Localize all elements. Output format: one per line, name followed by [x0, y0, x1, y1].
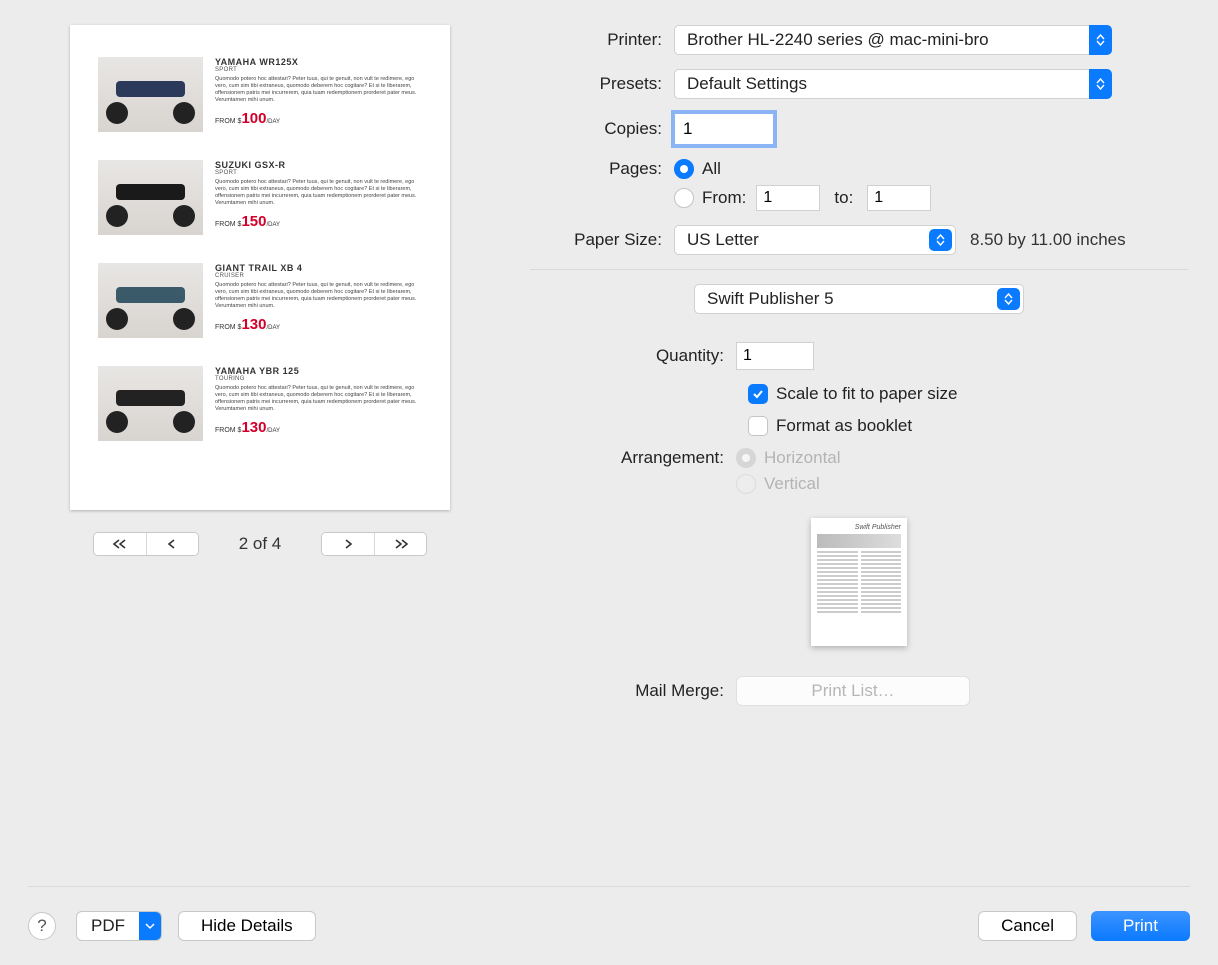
product-category: SPORT — [215, 67, 422, 73]
product-category: TOURING — [215, 376, 422, 382]
chevron-double-left-icon — [112, 539, 128, 549]
pages-from-label: From: — [702, 188, 746, 208]
product-category: SPORT — [215, 170, 422, 176]
format-booklet-checkbox[interactable] — [748, 416, 768, 436]
pages-range-radio[interactable] — [674, 188, 694, 208]
pages-all-label: All — [702, 159, 721, 179]
help-button[interactable]: ? — [28, 912, 56, 940]
printer-select-value: Brother HL-2240 series @ mac-mini-bro — [687, 30, 989, 50]
preview-product: YAMAHA YBR 125 TOURING Quomodo potero ho… — [98, 366, 422, 441]
preview-page-forward-group — [321, 532, 427, 556]
presets-select-value: Default Settings — [687, 74, 807, 94]
product-name: YAMAHA YBR 125 — [215, 366, 422, 376]
hide-details-button[interactable]: Hide Details — [178, 911, 316, 941]
updown-icon — [929, 229, 952, 251]
print-preview-sheet: YAMAHA WR125X SPORT Quomodo potero hoc a… — [70, 25, 450, 510]
product-price: FROM $150/DAY — [215, 213, 422, 230]
pages-label: Pages: — [530, 159, 674, 179]
updown-icon — [1089, 69, 1112, 99]
app-options-value: Swift Publisher 5 — [707, 289, 834, 309]
arrangement-vertical-radio — [736, 474, 756, 494]
product-price: FROM $100/DAY — [215, 110, 422, 127]
arrangement-preview-thumb: Swift Publisher — [811, 518, 907, 646]
updown-icon — [997, 288, 1020, 310]
pages-all-radio[interactable] — [674, 159, 694, 179]
arrangement-label: Arrangement: — [530, 448, 736, 468]
product-image — [98, 263, 203, 338]
pages-to-label: to: — [834, 188, 853, 208]
product-image — [98, 57, 203, 132]
preview-page-back-group — [93, 532, 199, 556]
pages-from-input[interactable] — [756, 185, 820, 211]
product-price: FROM $130/DAY — [215, 316, 422, 333]
last-page-button[interactable] — [374, 533, 426, 555]
copies-input[interactable] — [674, 113, 774, 145]
arrangement-vertical-label: Vertical — [764, 474, 820, 494]
quantity-label: Quantity: — [592, 346, 736, 366]
product-description: Quomodo potero hoc attestari? Peter tuus… — [215, 282, 422, 310]
updown-icon — [1089, 25, 1112, 55]
chevron-right-icon — [343, 539, 353, 549]
app-options-select[interactable]: Swift Publisher 5 — [694, 284, 1024, 314]
chevron-down-icon — [139, 912, 161, 940]
pdf-menu-button[interactable]: PDF — [76, 911, 162, 941]
product-description: Quomodo potero hoc attestari? Peter tuus… — [215, 385, 422, 413]
product-image — [98, 366, 203, 441]
prev-page-button[interactable] — [146, 533, 198, 555]
pages-to-input[interactable] — [867, 185, 931, 211]
presets-label: Presets: — [530, 74, 674, 94]
divider — [530, 269, 1188, 270]
product-name: SUZUKI GSX-R — [215, 160, 422, 170]
next-page-button[interactable] — [322, 533, 374, 555]
quantity-input[interactable] — [736, 342, 814, 370]
product-name: YAMAHA WR125X — [215, 57, 422, 67]
chevron-double-right-icon — [393, 539, 409, 549]
printer-select[interactable]: Brother HL-2240 series @ mac-mini-bro — [674, 25, 1112, 55]
product-category: CRUISER — [215, 273, 422, 279]
presets-select[interactable]: Default Settings — [674, 69, 1112, 99]
product-description: Quomodo potero hoc attestari? Peter tuus… — [215, 179, 422, 207]
product-name: GIANT TRAIL XB 4 — [215, 263, 422, 273]
preview-product: SUZUKI GSX-R SPORT Quomodo potero hoc at… — [98, 160, 422, 235]
preview-product: GIANT TRAIL XB 4 CRUISER Quomodo potero … — [98, 263, 422, 338]
copies-label: Copies: — [530, 119, 674, 139]
page-indicator: 2 of 4 — [239, 534, 282, 554]
scale-to-fit-checkbox[interactable] — [748, 384, 768, 404]
product-price: FROM $130/DAY — [215, 419, 422, 436]
pdf-menu-label: PDF — [77, 916, 139, 936]
product-image — [98, 160, 203, 235]
mail-merge-label: Mail Merge: — [530, 681, 736, 701]
arrangement-horizontal-label: Horizontal — [764, 448, 841, 468]
paper-size-value: US Letter — [687, 230, 759, 250]
arrangement-horizontal-radio — [736, 448, 756, 468]
printer-label: Printer: — [530, 30, 674, 50]
product-description: Quomodo potero hoc attestari? Peter tuus… — [215, 76, 422, 104]
paper-size-select[interactable]: US Letter — [674, 225, 956, 255]
print-button[interactable]: Print — [1091, 911, 1190, 941]
first-page-button[interactable] — [94, 533, 146, 555]
paper-size-note: 8.50 by 11.00 inches — [970, 230, 1126, 250]
format-booklet-label: Format as booklet — [776, 416, 912, 436]
cancel-button[interactable]: Cancel — [978, 911, 1077, 941]
scale-to-fit-label: Scale to fit to paper size — [776, 384, 957, 404]
chevron-left-icon — [167, 539, 177, 549]
print-list-button: Print List… — [736, 676, 970, 706]
preview-product: YAMAHA WR125X SPORT Quomodo potero hoc a… — [98, 57, 422, 132]
paper-size-label: Paper Size: — [530, 230, 674, 250]
check-icon — [752, 388, 764, 400]
